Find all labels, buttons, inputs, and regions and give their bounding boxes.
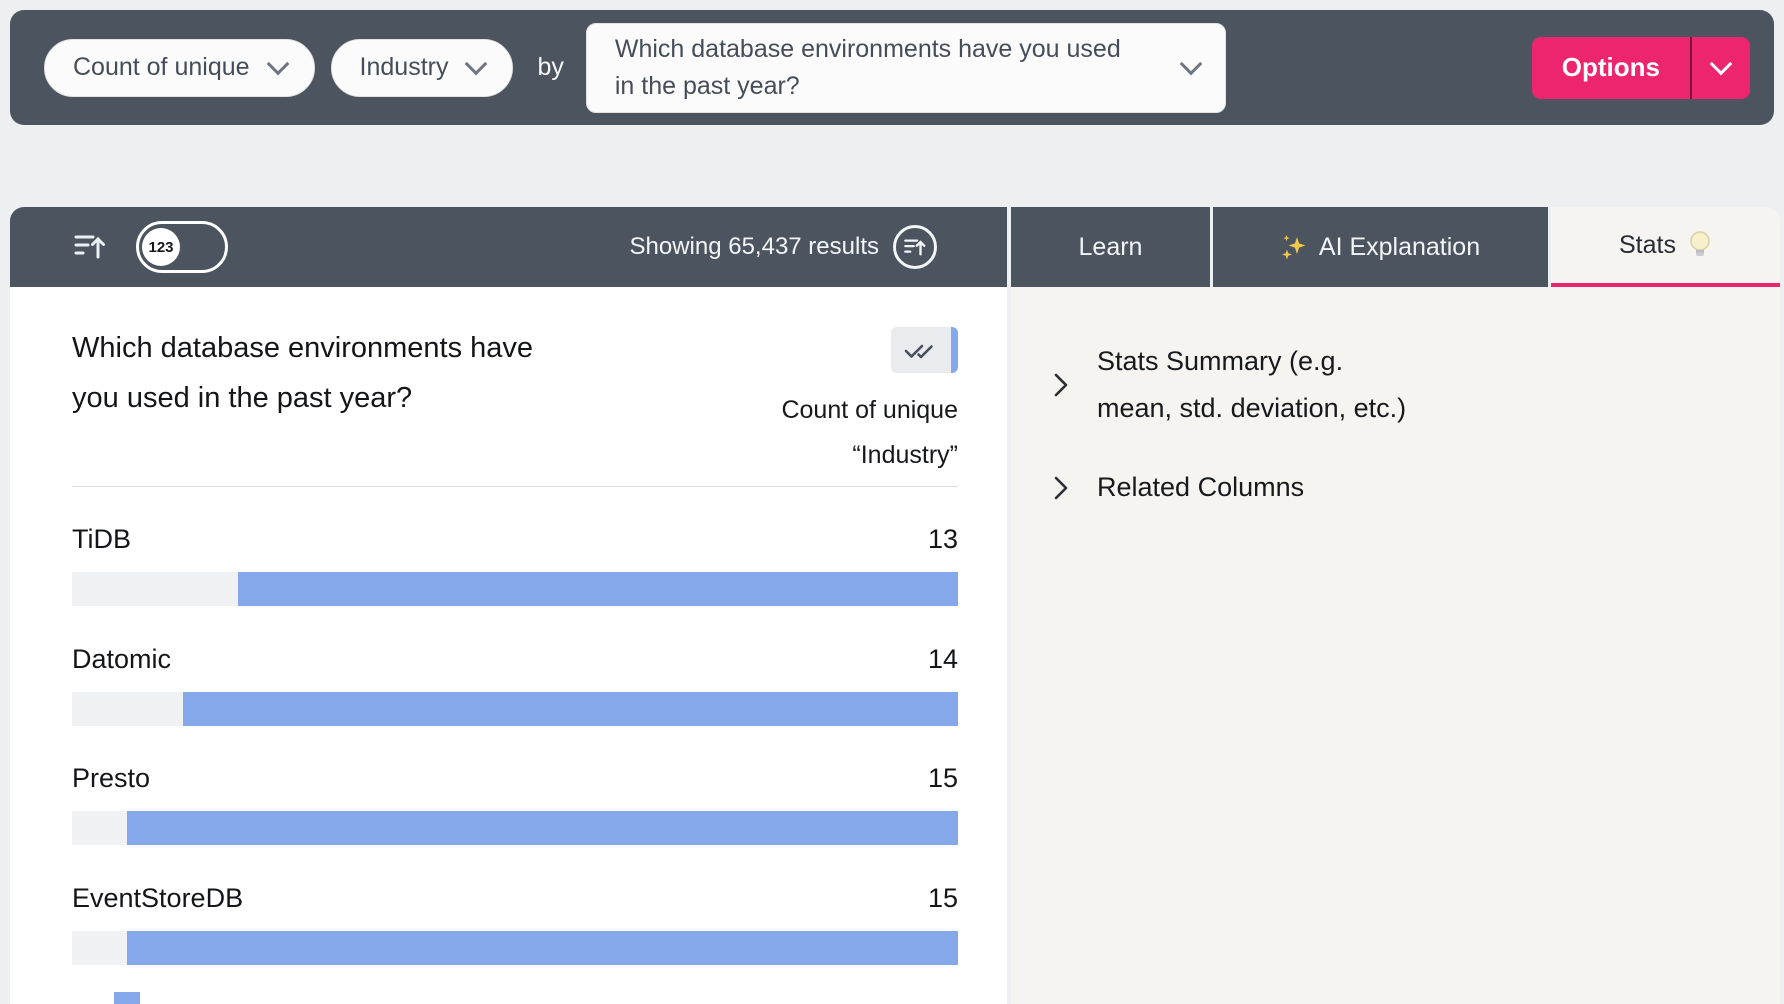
options-dropdown-button[interactable] xyxy=(1692,37,1750,99)
sparkles-icon xyxy=(1281,234,1307,260)
table-divider xyxy=(72,486,958,487)
select-all-control[interactable] xyxy=(891,327,958,373)
query-toolbar: Count of unique Industry by Which databa… xyxy=(10,10,1774,125)
bar-track xyxy=(72,692,958,726)
row-value: 14 xyxy=(928,644,958,675)
results-body: Which database environments have you use… xyxy=(10,287,1007,1004)
double-check-icon xyxy=(891,327,951,373)
row-value: 15 xyxy=(928,883,958,914)
stats-summary-item[interactable]: Stats Summary (e.g.mean, std. deviation,… xyxy=(1051,338,1406,432)
toggle-knob: 123 xyxy=(142,228,180,266)
stat-item-label: Related Columns xyxy=(1097,464,1304,511)
question-dropdown[interactable]: Which database environments have you use… xyxy=(586,23,1226,113)
results-count-text: Showing 65,437 results xyxy=(630,233,880,261)
table-row[interactable]: Datomic 14 xyxy=(72,628,958,748)
tab-stats[interactable]: Stats xyxy=(1551,207,1780,287)
row-label: EventStoreDB xyxy=(72,883,243,914)
tab-learn[interactable]: Learn xyxy=(1011,207,1210,287)
question-dropdown-value: Which database environments have you use… xyxy=(615,31,1135,105)
results-header-bar: 123 Showing 65,437 results xyxy=(10,207,1007,287)
column-dropdown[interactable]: Industry xyxy=(331,39,514,97)
bar-track xyxy=(72,811,958,845)
selection-strip xyxy=(951,327,958,373)
results-panel: 123 Showing 65,437 results Which databas… xyxy=(10,207,1007,1004)
options-split-button: Options xyxy=(1532,37,1750,99)
count-badge: 123 xyxy=(148,239,173,256)
tab-ai-explanation-label: AI Explanation xyxy=(1319,233,1480,262)
tab-ai-explanation[interactable]: AI Explanation xyxy=(1213,207,1548,287)
table-rows: TiDB 13 Datomic 14 Presto 15 EventStoreDB 15 xyxy=(72,508,958,1004)
chevron-down-icon xyxy=(465,53,488,76)
chevron-down-icon xyxy=(1710,53,1733,76)
table-row[interactable]: Presto 15 xyxy=(72,747,958,867)
aggregation-value: Count of unique xyxy=(73,53,250,82)
bar-fill xyxy=(238,572,958,606)
bar-track xyxy=(72,572,958,606)
app: Count of unique Industry by Which databa… xyxy=(0,0,1784,1004)
row-value: 15 xyxy=(928,763,958,794)
tab-learn-label: Learn xyxy=(1079,233,1143,262)
table-row[interactable]: EventStoreDB 15 xyxy=(72,867,958,987)
sort-ascending-icon[interactable] xyxy=(74,232,106,262)
lightbulb-icon xyxy=(1688,230,1712,260)
tab-stats-label: Stats xyxy=(1619,231,1676,260)
value-column-header-line1: Count of unique xyxy=(781,388,958,433)
chevron-down-icon xyxy=(1180,53,1203,76)
sort-ascending-circle-icon[interactable] xyxy=(893,225,937,269)
bar-fill xyxy=(127,811,958,845)
related-columns-item[interactable]: Related Columns xyxy=(1051,464,1304,511)
numeric-display-toggle[interactable]: 123 xyxy=(136,221,228,273)
column-value: Industry xyxy=(360,53,449,82)
chevron-down-icon xyxy=(266,53,289,76)
stats-panel: Stats Summary (e.g.mean, std. deviation,… xyxy=(1011,287,1780,1004)
row-value: 13 xyxy=(928,524,958,555)
bar-fill xyxy=(127,931,958,965)
value-column-header: Count of unique “Industry” xyxy=(781,388,958,478)
row-label: Datomic xyxy=(72,644,171,675)
bar-fill xyxy=(183,692,958,726)
chevron-right-icon xyxy=(1051,372,1071,398)
row-label: TiDB xyxy=(72,524,131,555)
aggregation-dropdown[interactable]: Count of unique xyxy=(44,39,315,97)
partial-next-bar xyxy=(114,992,140,1004)
value-column-header-line2: “Industry” xyxy=(781,433,958,478)
question-title: Which database environments have you use… xyxy=(72,323,542,423)
bar-track xyxy=(72,931,958,965)
row-label: Presto xyxy=(72,763,150,794)
chevron-right-icon xyxy=(1051,475,1071,501)
options-button[interactable]: Options xyxy=(1532,37,1690,99)
by-label: by xyxy=(537,53,563,82)
stat-item-label: Stats Summary (e.g.mean, std. deviation,… xyxy=(1097,338,1406,432)
table-row[interactable]: TiDB 13 xyxy=(72,508,958,628)
